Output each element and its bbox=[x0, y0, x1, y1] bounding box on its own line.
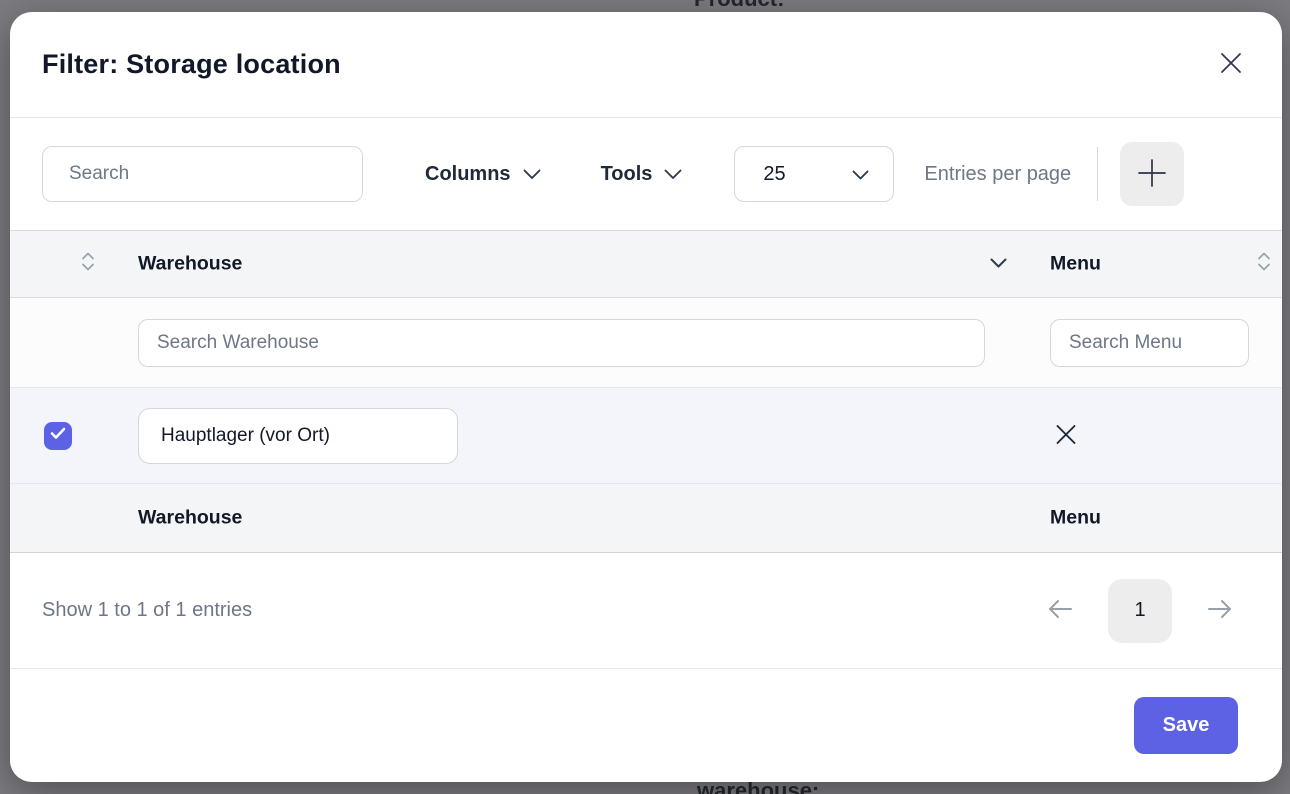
entries-per-page-select[interactable]: 25 bbox=[734, 146, 894, 202]
chevron-down-icon bbox=[664, 163, 682, 186]
modal-title: Filter: Storage location bbox=[42, 49, 341, 80]
remove-row-button[interactable] bbox=[1050, 418, 1082, 453]
columns-dropdown-label: Columns bbox=[425, 163, 511, 186]
table-header-row: Warehouse Menu bbox=[10, 231, 1282, 298]
close-button[interactable] bbox=[1214, 46, 1248, 83]
sort-icon[interactable] bbox=[1256, 251, 1272, 278]
footer-column-menu: Menu bbox=[1050, 507, 1101, 530]
chevron-down-icon bbox=[523, 163, 541, 186]
next-page-button[interactable] bbox=[1202, 593, 1238, 628]
chevron-down-icon[interactable] bbox=[990, 255, 1007, 273]
save-button[interactable]: Save bbox=[1134, 697, 1238, 754]
tools-dropdown-label: Tools bbox=[601, 163, 653, 186]
arrow-right-icon bbox=[1206, 597, 1234, 624]
background-page-text-top: Product: bbox=[694, 0, 784, 12]
chevron-down-icon bbox=[852, 163, 869, 186]
table-row bbox=[10, 388, 1282, 484]
column-header-menu[interactable]: Menu bbox=[1050, 253, 1101, 276]
toolbar-divider bbox=[1097, 147, 1098, 201]
search-input[interactable] bbox=[42, 146, 363, 202]
entries-summary: Show 1 to 1 of 1 entries bbox=[42, 599, 252, 622]
page-number-button[interactable]: 1 bbox=[1108, 579, 1172, 643]
arrow-left-icon bbox=[1046, 597, 1074, 624]
table-footer-row: Warehouse Menu bbox=[10, 484, 1282, 553]
filter-storage-location-modal: Filter: Storage location Columns Tools 2… bbox=[10, 12, 1282, 782]
pagination-row: Show 1 to 1 of 1 entries 1 bbox=[10, 553, 1282, 669]
columns-dropdown-button[interactable]: Columns bbox=[425, 163, 541, 186]
add-filter-row-button[interactable] bbox=[1120, 142, 1184, 206]
table-toolbar: Columns Tools 25 Entries per page bbox=[10, 118, 1282, 231]
previous-page-button[interactable] bbox=[1042, 593, 1078, 628]
entries-per-page-value: 25 bbox=[763, 163, 785, 186]
search-warehouse-input[interactable] bbox=[138, 319, 985, 367]
pager: 1 bbox=[1042, 579, 1238, 643]
footer-column-warehouse: Warehouse bbox=[138, 507, 242, 530]
warehouse-value-input[interactable] bbox=[138, 408, 458, 464]
column-search-row bbox=[10, 298, 1282, 388]
close-icon bbox=[1218, 50, 1244, 79]
row-checkbox[interactable] bbox=[44, 422, 72, 450]
modal-header: Filter: Storage location bbox=[10, 12, 1282, 118]
plus-icon bbox=[1136, 157, 1168, 192]
tools-dropdown-button[interactable]: Tools bbox=[601, 163, 683, 186]
entries-per-page-label: Entries per page bbox=[924, 163, 1071, 186]
checkmark-icon bbox=[50, 427, 66, 445]
modal-footer: Save bbox=[10, 669, 1282, 778]
search-menu-input[interactable] bbox=[1050, 319, 1249, 367]
close-icon bbox=[1054, 422, 1078, 449]
column-header-warehouse[interactable]: Warehouse bbox=[138, 253, 242, 276]
sort-icon[interactable] bbox=[80, 251, 96, 278]
